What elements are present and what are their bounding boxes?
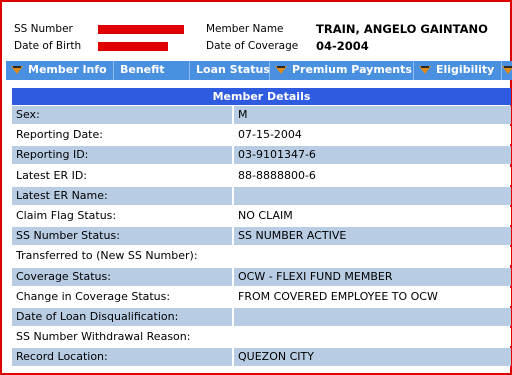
date-of-coverage-label: Date of Coverage <box>206 40 299 52</box>
field-label: Latest ER ID: <box>12 166 232 185</box>
table-row: Latest ER Name: <box>12 186 511 205</box>
field-value: OCW - FLEXI FUND MEMBER <box>234 267 511 286</box>
table-row: Coverage Status: OCW - FLEXI FUND MEMBER <box>12 267 511 286</box>
dropdown-arrow-icon <box>502 66 512 74</box>
field-value <box>234 328 511 347</box>
tab-member-info[interactable]: Member Info <box>6 61 114 80</box>
tab-overflow[interactable] <box>502 61 512 80</box>
tab-label: Member Info <box>28 63 107 76</box>
table-row: Claim Flag Status: NO CLAIM <box>12 206 511 225</box>
tab-loan-status[interactable]: Loan Status <box>190 61 270 80</box>
field-label: SS Number Status: <box>12 227 232 246</box>
date-of-coverage-value: 04-2004 <box>316 39 369 53</box>
field-label: Reporting ID: <box>12 146 232 165</box>
member-details-title: Member Details <box>12 88 511 105</box>
field-label: Record Location: <box>12 348 232 367</box>
nav-tab-bar: Member Info Benefit Loan Status Premium … <box>6 61 512 80</box>
table-row: Sex: M <box>12 105 511 124</box>
tab-label: Benefit <box>120 63 165 76</box>
field-label: Date of Loan Disqualification: <box>12 308 232 326</box>
table-row: Transferred to (New SS Number): <box>12 246 511 266</box>
field-label: Claim Flag Status: <box>12 207 232 225</box>
tab-eligibility[interactable]: Eligibility <box>414 61 502 80</box>
date-of-birth-label: Date of Birth <box>14 40 82 52</box>
tab-label: Eligibility <box>436 63 495 76</box>
table-row: SS Number Status: SS NUMBER ACTIVE <box>12 226 511 246</box>
field-label: Coverage Status: <box>12 267 232 286</box>
field-label: Transferred to (New SS Number): <box>12 247 232 266</box>
table-row: Record Location: QUEZON CITY <box>12 347 511 367</box>
table-row: Date of Loan Disqualification: <box>12 307 511 326</box>
field-label: Reporting Date: <box>12 126 232 145</box>
table-row: Latest ER ID: 88-8888800-6 <box>12 166 511 185</box>
field-value: 03-9101347-6 <box>234 146 511 165</box>
table-row: SS Number Withdrawal Reason: <box>12 327 511 347</box>
field-value: QUEZON CITY <box>234 348 511 367</box>
field-value: 88-8888800-6 <box>234 166 511 185</box>
table-row: Reporting Date: 07-15-2004 <box>12 125 511 145</box>
dropdown-arrow-icon <box>419 66 431 74</box>
field-label: Change in Coverage Status: <box>12 287 232 306</box>
tab-label: Premium Payments <box>292 63 412 76</box>
field-label: SS Number Withdrawal Reason: <box>12 328 232 347</box>
member-name-value: TRAIN, ANGELO GAINTANO <box>316 22 488 36</box>
ss-number-redaction <box>98 25 184 34</box>
window-frame: SS Number Date of Birth Member Name TRAI… <box>0 0 512 375</box>
field-value: NO CLAIM <box>234 207 511 225</box>
field-value: 07-15-2004 <box>234 126 511 145</box>
field-value <box>234 247 511 266</box>
field-label: Sex: <box>12 106 232 124</box>
field-value <box>234 308 511 326</box>
table-row: Change in Coverage Status: FROM COVERED E… <box>12 287 511 306</box>
field-value: SS NUMBER ACTIVE <box>234 227 511 246</box>
tab-premium-payments[interactable]: Premium Payments <box>270 61 414 80</box>
table-row: Reporting ID: 03-9101347-6 <box>12 145 511 165</box>
tab-label: Loan Status <box>196 63 270 76</box>
member-name-label: Member Name <box>206 23 284 35</box>
dropdown-arrow-icon <box>11 66 23 74</box>
dropdown-arrow-icon <box>275 66 287 74</box>
field-value: M <box>234 106 511 124</box>
ss-number-label: SS Number <box>14 23 73 35</box>
date-of-birth-redaction <box>98 42 168 51</box>
tab-benefit[interactable]: Benefit <box>114 61 190 80</box>
field-label: Latest ER Name: <box>12 186 232 205</box>
field-value <box>234 186 511 205</box>
field-value: FROM COVERED EMPLOYEE TO OCW <box>234 287 511 306</box>
